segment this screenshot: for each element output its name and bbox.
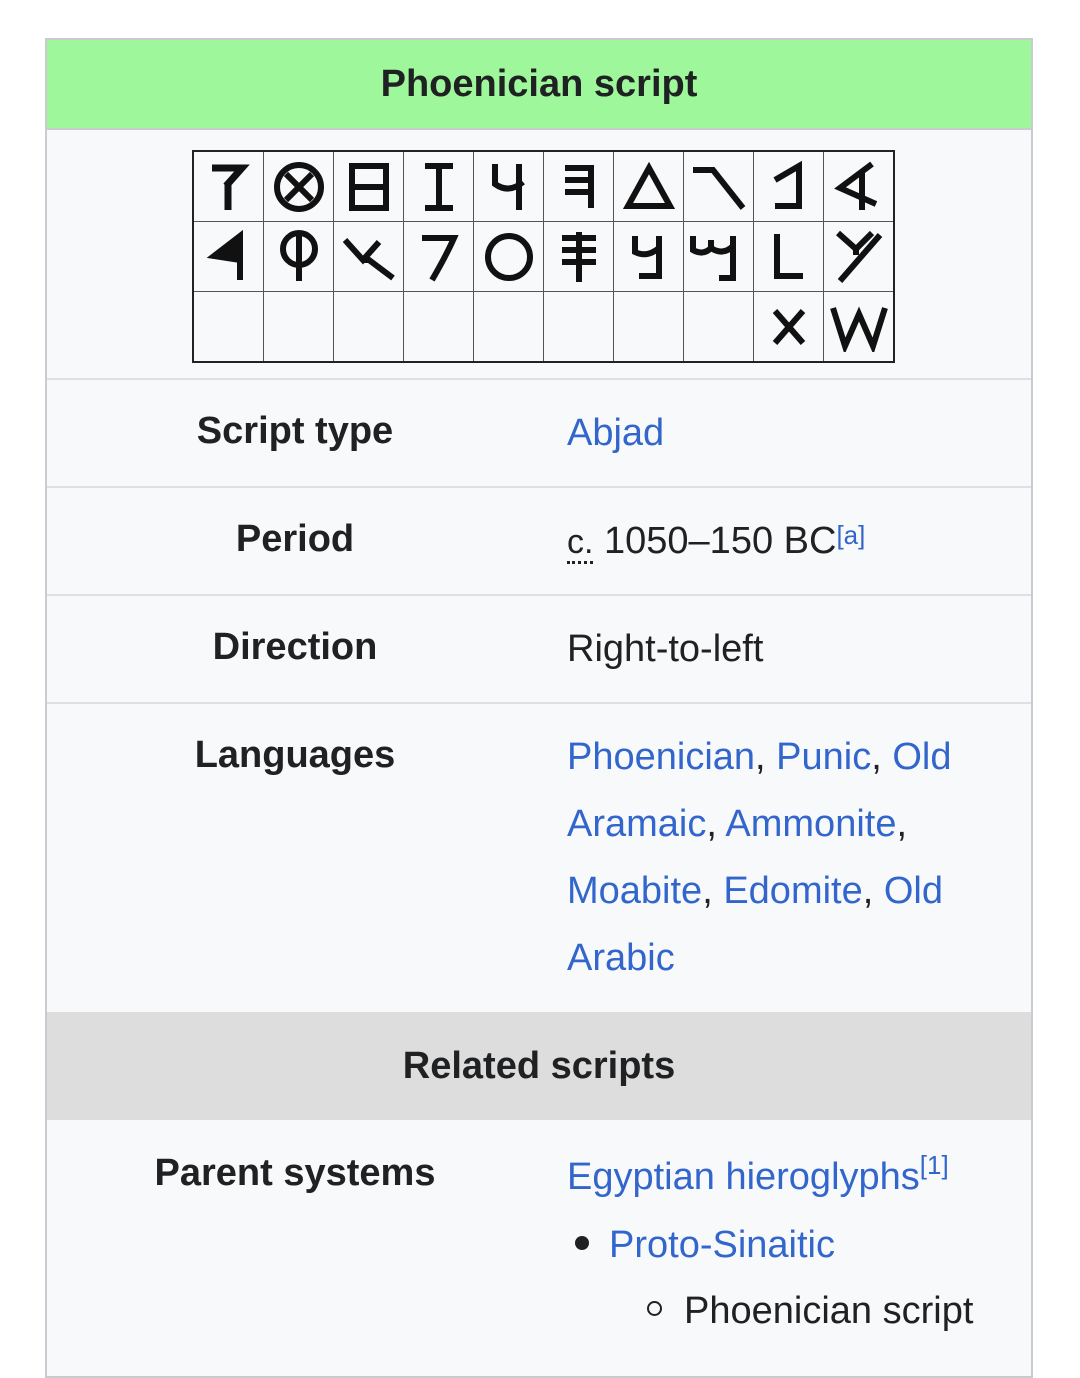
sade-glyph-icon — [333, 221, 404, 292]
value-direction: Right-to-left — [567, 628, 764, 670]
current-script-label: Phoenician script — [684, 1290, 974, 1332]
teth-glyph-icon — [263, 150, 334, 222]
link-abjad[interactable]: Abjad — [567, 412, 664, 454]
samekh-glyph-icon — [543, 221, 614, 292]
glyph-chart — [192, 150, 895, 363]
row-languages: Languages Phoenician, Punic, Old Aramaic… — [47, 704, 1031, 1012]
infobox: Phoenician script Script type Abjad Peri… — [45, 38, 1033, 1378]
label-languages: Languages — [194, 734, 396, 776]
he-glyph-icon — [543, 150, 614, 222]
note-a-link[interactable]: [a] — [836, 520, 865, 550]
aleph-glyph-icon — [823, 150, 895, 222]
nun-glyph-icon — [613, 221, 684, 292]
link-moabite[interactable]: Moabite — [567, 870, 702, 912]
row-direction: Direction Right-to-left — [47, 596, 1031, 704]
link-punic[interactable]: Punic — [776, 736, 871, 778]
mem-glyph-icon — [683, 221, 754, 292]
value-script-type: Abjad — [567, 400, 1007, 467]
label-period: Period — [235, 518, 355, 560]
infobox-title: Phoenician script — [47, 40, 1031, 130]
row-period: Period c. 1050–150 BC[a] — [47, 488, 1031, 596]
link-egyptian-hieroglyphs[interactable]: Egyptian hieroglyphs — [567, 1156, 920, 1198]
kaph-glyph-icon — [823, 221, 895, 292]
link-phoenician[interactable]: Phoenician — [567, 736, 755, 778]
ayin-glyph-icon — [473, 221, 544, 292]
link-ammonite[interactable]: Ammonite — [725, 803, 896, 845]
value-period: c. 1050–150 BC[a] — [567, 508, 1007, 576]
row-script-type: Script type Abjad — [47, 380, 1031, 488]
zayin-i-glyph-icon — [403, 150, 474, 222]
circle-bullet-icon — [647, 1301, 662, 1317]
label-script-type: Script type — [196, 410, 394, 452]
label-parent-systems: Parent systems — [154, 1152, 436, 1194]
parent-child: Proto-Sinaitic — [575, 1224, 835, 1267]
parent-grandchild: Phoenician script — [647, 1290, 973, 1333]
glyph-chart-area — [47, 130, 1031, 380]
section-related-scripts: Related scripts — [47, 1012, 1031, 1120]
zayin-glyph-icon — [192, 150, 264, 222]
qoph-glyph-icon — [263, 221, 334, 292]
link-proto-sinaitic[interactable]: Proto-Sinaitic — [609, 1224, 835, 1266]
note-1-link[interactable]: [1] — [920, 1150, 949, 1180]
gimel-glyph-icon — [683, 150, 754, 222]
circa-abbr[interactable]: c. — [567, 523, 594, 564]
taw-glyph-icon — [753, 291, 824, 363]
resh-glyph-icon — [192, 221, 264, 292]
bet-glyph-icon — [753, 150, 824, 222]
period-text: 1050–150 BC — [593, 520, 837, 562]
pe-glyph-icon — [403, 221, 474, 292]
shin-glyph-icon — [823, 291, 895, 363]
heth-glyph-icon — [333, 150, 404, 222]
parent-root: Egyptian hieroglyphs[1] — [567, 1150, 949, 1199]
label-direction: Direction — [212, 626, 378, 668]
row-parent-systems: Parent systems Egyptian hieroglyphs[1] P… — [47, 1120, 1031, 1370]
link-edomite[interactable]: Edomite — [723, 870, 862, 912]
waw-glyph-icon — [473, 150, 544, 222]
value-languages: Phoenician, Punic, Old Aramaic, Ammonite… — [567, 736, 952, 979]
lamed-glyph-icon — [753, 221, 824, 292]
daleth-glyph-icon — [613, 150, 684, 222]
bullet-icon — [575, 1235, 589, 1250]
